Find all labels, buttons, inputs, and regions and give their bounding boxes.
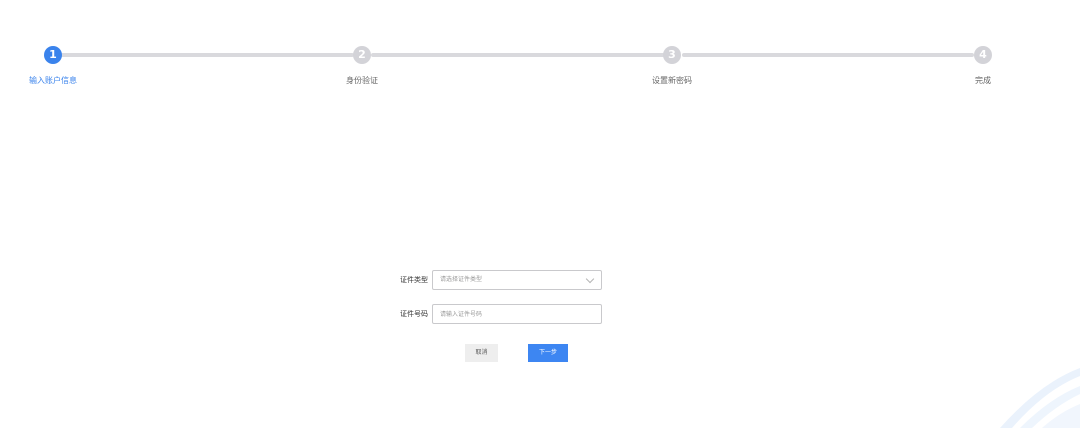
step-2-number: 2 — [353, 46, 371, 64]
step-connector-1-2 — [60, 53, 354, 57]
step-4-number: 4 — [974, 46, 992, 64]
id-type-select[interactable]: 请选择证件类型 — [432, 270, 602, 290]
id-number-row: 证件号码 — [380, 304, 610, 326]
id-number-field-box — [432, 304, 602, 324]
id-type-label: 证件类型 — [400, 276, 428, 284]
step-4-label: 完成 — [975, 76, 991, 85]
id-number-label: 证件号码 — [400, 310, 428, 318]
step-1-number: 1 — [44, 46, 62, 64]
step-3-number: 3 — [663, 46, 681, 64]
chevron-down-icon — [585, 274, 595, 284]
id-type-placeholder: 请选择证件类型 — [440, 276, 483, 283]
step-3-label: 设置新密码 — [652, 76, 692, 85]
corner-decoration — [1000, 368, 1080, 428]
next-button[interactable]: 下一步 — [528, 344, 568, 362]
id-number-input[interactable] — [433, 305, 601, 323]
reset-password-page: 1 输入账户信息 2 身份验证 3 设置新密码 4 完成 证件类型 请选择证件类… — [0, 0, 1080, 428]
step-connector-3-4 — [682, 53, 974, 57]
step-1-label: 输入账户信息 — [29, 76, 77, 85]
id-type-row: 证件类型 请选择证件类型 — [380, 270, 610, 292]
cancel-button[interactable]: 取消 — [465, 344, 498, 362]
steps-progress: 1 输入账户信息 2 身份验证 3 设置新密码 4 完成 — [0, 0, 1080, 100]
step-connector-2-3 — [371, 53, 665, 57]
step-2-label: 身份验证 — [346, 76, 378, 85]
